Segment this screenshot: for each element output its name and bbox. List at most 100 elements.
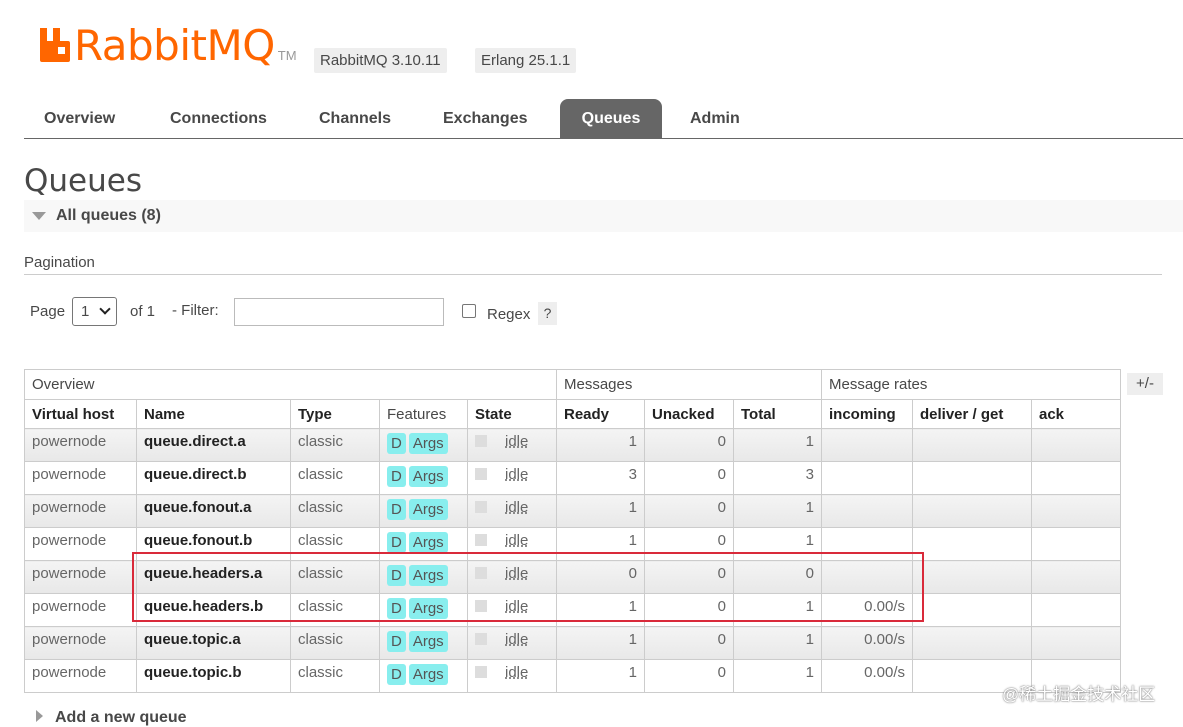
incoming-rate-cell — [821, 494, 913, 528]
ack-rate-cell — [1031, 428, 1121, 462]
durable-badge: D — [387, 664, 406, 685]
vhost-cell: powernode — [24, 461, 137, 495]
queues-table: Overview Messages Message rates Virtual … — [24, 369, 1121, 693]
brand-name: RabbitMQ — [74, 21, 275, 70]
add-queue-section-toggle[interactable]: Add a new queue — [36, 709, 187, 727]
group-header-message-rates: Message rates — [821, 369, 1121, 400]
collapse-triangle-icon — [32, 212, 46, 220]
ready-cell: 1 — [556, 428, 645, 462]
state-text: idle — [505, 631, 529, 648]
ready-cell: 3 — [556, 461, 645, 495]
expand-triangle-icon — [36, 710, 43, 722]
queue-name-link[interactable]: queue.direct.b — [136, 461, 291, 495]
queue-name-link[interactable]: queue.direct.a — [136, 428, 291, 462]
tab-channels[interactable]: Channels — [299, 99, 411, 138]
ack-rate-cell — [1031, 560, 1121, 594]
queue-name-link[interactable]: queue.topic.a — [136, 626, 291, 660]
features-cell: D Args — [379, 494, 468, 528]
tab-connections[interactable]: Connections — [150, 99, 287, 138]
section-title: All queues (8) — [56, 207, 161, 224]
queue-name-link[interactable]: queue.fonout.b — [136, 527, 291, 561]
page-select[interactable]: 1 — [72, 297, 117, 326]
deliver-get-rate-cell — [912, 560, 1032, 594]
table-row[interactable]: powernode queue.topic.b classic D Args idle 1 0… — [24, 659, 1121, 693]
main-nav-tabs: Overview Connections Channels Exchanges … — [24, 99, 1183, 139]
column-header[interactable]: Unacked — [644, 399, 734, 429]
table-row[interactable]: powernode queue.direct.b classic D Args idle 3… — [24, 461, 1121, 495]
state-text: idle — [505, 598, 529, 615]
incoming-rate-cell — [821, 461, 913, 495]
help-button[interactable]: ? — [538, 302, 557, 325]
column-header[interactable]: incoming — [821, 399, 913, 429]
state-indicator-icon — [475, 501, 487, 513]
ready-cell: 1 — [556, 593, 645, 627]
regex-label: Regex — [487, 306, 531, 323]
state-cell: idle — [467, 593, 557, 627]
total-cell: 1 — [733, 593, 822, 627]
column-header[interactable]: ack — [1031, 399, 1121, 429]
features-cell: D Args — [379, 428, 468, 462]
total-cell: 1 — [733, 626, 822, 660]
features-cell: D Args — [379, 659, 468, 693]
vhost-cell: powernode — [24, 593, 137, 627]
state-cell: idle — [467, 626, 557, 660]
unacked-cell: 0 — [644, 659, 734, 693]
column-header[interactable]: Type — [290, 399, 380, 429]
column-header[interactable]: State — [467, 399, 557, 429]
column-header[interactable]: deliver / get — [912, 399, 1032, 429]
features-cell: D Args — [379, 461, 468, 495]
queue-name-link[interactable]: queue.topic.b — [136, 659, 291, 693]
chevron-down-icon — [99, 303, 111, 315]
tab-exchanges[interactable]: Exchanges — [423, 99, 547, 138]
all-queues-section-toggle[interactable]: All queues (8) — [24, 200, 1183, 232]
ready-cell: 1 — [556, 527, 645, 561]
state-text: idle — [505, 466, 529, 483]
args-badge: Args — [408, 466, 448, 487]
divider — [24, 274, 1162, 275]
ready-cell: 1 — [556, 626, 645, 660]
page-select-value: 1 — [81, 303, 90, 320]
total-cell: 1 — [733, 527, 822, 561]
pagination-heading: Pagination — [24, 254, 95, 271]
vhost-cell: powernode — [24, 560, 137, 594]
column-header[interactable]: Ready — [556, 399, 645, 429]
state-indicator-icon — [475, 534, 487, 546]
tab-admin[interactable]: Admin — [670, 99, 760, 138]
tab-overview[interactable]: Overview — [24, 99, 135, 138]
queue-name-link[interactable]: queue.headers.b — [136, 593, 291, 627]
table-row[interactable]: powernode queue.headers.b classic D Args idle… — [24, 593, 1121, 627]
total-cell: 1 — [733, 428, 822, 462]
state-indicator-icon — [475, 468, 487, 480]
total-cell: 3 — [733, 461, 822, 495]
table-row[interactable]: powernode queue.topic.a classic D Args idle 1 0… — [24, 626, 1121, 660]
state-indicator-icon — [475, 435, 487, 447]
column-toggle-button[interactable]: +/- — [1127, 373, 1163, 395]
table-row[interactable]: powernode queue.headers.a classic D Args idle… — [24, 560, 1121, 594]
ready-cell: 0 — [556, 560, 645, 594]
page-of-label: of 1 — [130, 303, 156, 320]
durable-badge: D — [387, 565, 406, 586]
durable-badge: D — [387, 499, 406, 520]
features-cell: D Args — [379, 593, 468, 627]
page-title: Queues — [24, 163, 142, 199]
ack-rate-cell — [1031, 527, 1121, 561]
queue-name-link[interactable]: queue.fonout.a — [136, 494, 291, 528]
type-cell: classic — [290, 659, 380, 693]
deliver-get-rate-cell — [912, 494, 1032, 528]
vhost-cell: powernode — [24, 659, 137, 693]
table-row[interactable]: powernode queue.direct.a classic D Args idle 1… — [24, 428, 1121, 462]
column-header[interactable]: Name — [136, 399, 291, 429]
column-header[interactable]: Virtual host — [24, 399, 137, 429]
filter-input[interactable] — [234, 298, 444, 326]
regex-checkbox[interactable] — [462, 304, 476, 318]
tab-queues[interactable]: Queues — [560, 99, 662, 138]
args-badge: Args — [408, 532, 448, 553]
type-cell: classic — [290, 626, 380, 660]
table-row[interactable]: powernode queue.fonout.b classic D Args idle 1… — [24, 527, 1121, 561]
deliver-get-rate-cell — [912, 593, 1032, 627]
table-row[interactable]: powernode queue.fonout.a classic D Args idle 1… — [24, 494, 1121, 528]
column-header[interactable]: Total — [733, 399, 822, 429]
deliver-get-rate-cell — [912, 626, 1032, 660]
type-cell: classic — [290, 593, 380, 627]
queue-name-link[interactable]: queue.headers.a — [136, 560, 291, 594]
